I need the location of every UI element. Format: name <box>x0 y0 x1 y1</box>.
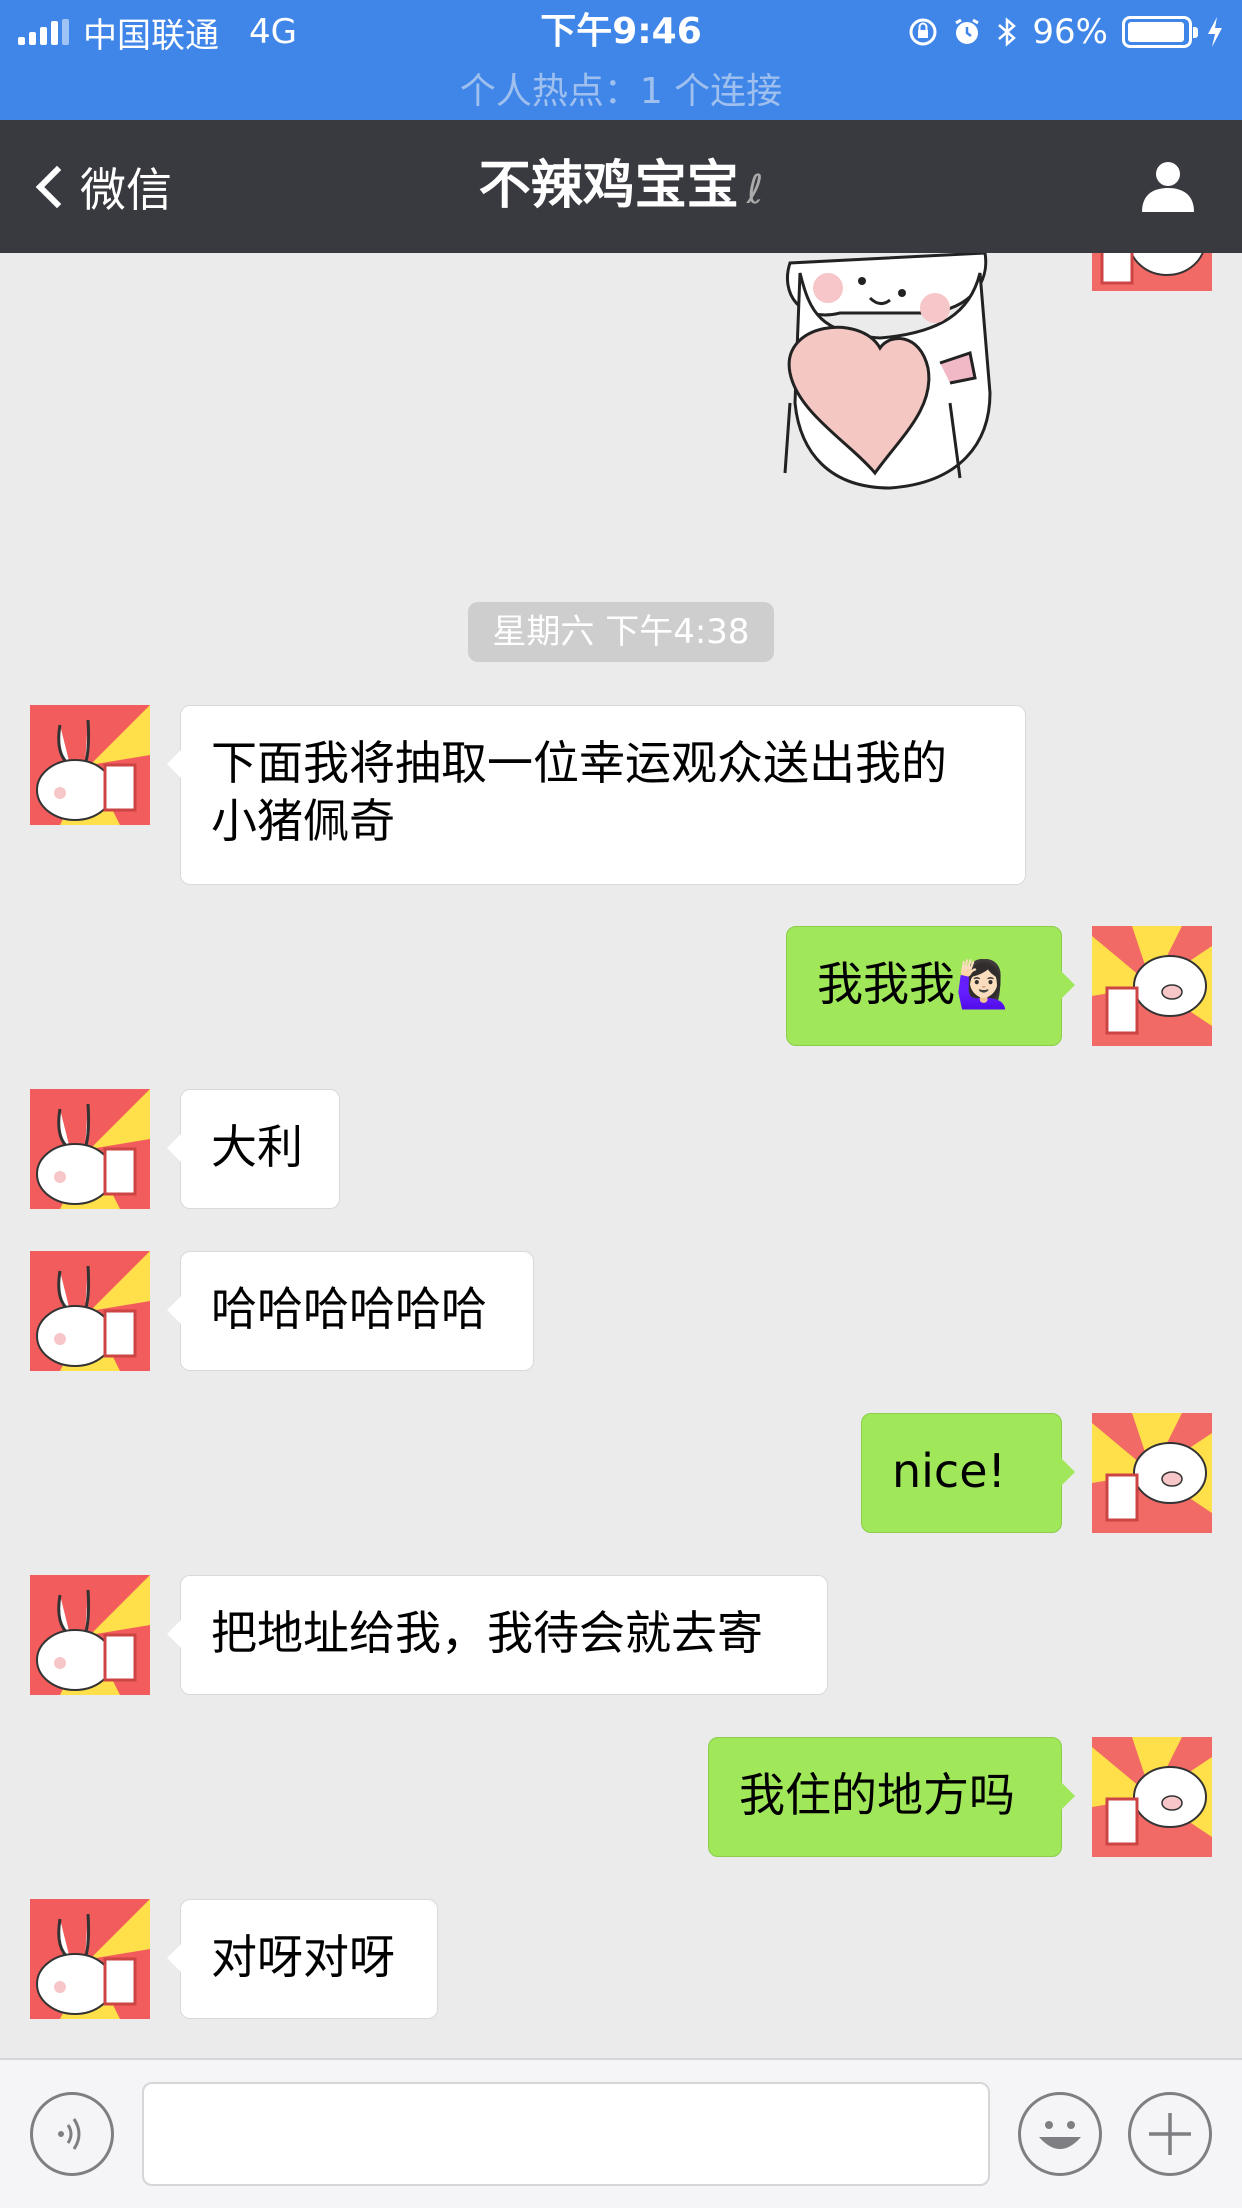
chat-title: 不辣鸡宝宝 <box>478 156 739 216</box>
battery-percent: 96% <box>1032 12 1108 52</box>
message-bubble-incoming[interactable]: 下面我将抽取一位幸运观众送出我的 小猪佩奇 <box>167 705 1026 885</box>
orientation-lock-icon <box>909 18 937 46</box>
my-avatar[interactable] <box>1092 1737 1212 1857</box>
sticker-image[interactable] <box>760 253 1010 513</box>
plus-icon <box>1149 2113 1191 2155</box>
message-bubble-outgoing[interactable]: 我我我🙋🏻‍♀️ <box>786 926 1075 1046</box>
message-input[interactable] <box>142 2082 990 2186</box>
status-right: 96% <box>908 8 1224 56</box>
input-bar <box>0 2058 1242 2208</box>
message-bubble-outgoing[interactable]: 我住的地方吗 <box>708 1737 1075 1857</box>
chat-area[interactable]: 星期六 下午4:38 下面我将抽取一位幸运观众送出我的 小猪佩奇 我我我🙋🏻‍♀… <box>0 253 1242 2058</box>
alarm-icon <box>955 18 980 44</box>
more-options-button[interactable] <box>1128 2092 1212 2176</box>
message-bubble-incoming[interactable]: 哈哈哈哈哈哈 <box>167 1251 534 1371</box>
contact-avatar[interactable] <box>30 705 150 825</box>
message-bubble-incoming[interactable]: 对呀对呀 <box>167 1899 438 2019</box>
timestamp: 星期六 下午4:38 <box>468 602 774 662</box>
my-avatar[interactable] <box>1092 1413 1212 1533</box>
battery-icon <box>1122 16 1198 48</box>
message-bubble-incoming[interactable]: 大利 <box>167 1089 340 1209</box>
bluetooth-icon <box>998 17 1017 47</box>
earpiece-mode-icon: ℓ <box>746 167 764 213</box>
charging-icon <box>1208 17 1222 47</box>
my-avatar[interactable] <box>1092 253 1212 291</box>
contact-avatar[interactable] <box>30 1089 150 1209</box>
my-avatar[interactable] <box>1092 926 1212 1046</box>
contact-avatar[interactable] <box>30 1251 150 1371</box>
status-bar: 中国联通 4G 下午9:46 96% 个人热点：1 个连接 <box>0 0 1242 120</box>
hotspot-banner[interactable]: 个人热点：1 个连接 <box>0 62 1242 114</box>
nav-bar: 微信 不辣鸡宝宝 ℓ <box>0 120 1242 253</box>
voice-input-button[interactable] <box>30 2092 114 2176</box>
message-bubble-incoming[interactable]: 把地址给我，我待会就去寄 <box>167 1575 828 1695</box>
chat-title-wrap: 不辣鸡宝宝 ℓ <box>0 120 1242 253</box>
contact-avatar[interactable] <box>30 1575 150 1695</box>
message-bubble-outgoing[interactable]: nice! <box>861 1413 1075 1533</box>
contact-avatar[interactable] <box>30 1899 150 2019</box>
emoji-button[interactable] <box>1018 2092 1102 2176</box>
voice-icon <box>58 2118 81 2150</box>
emoji-icon <box>1039 2121 1081 2149</box>
contact-profile-icon[interactable] <box>1138 156 1198 216</box>
